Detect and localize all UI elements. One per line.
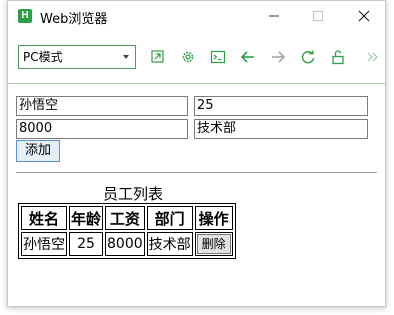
header-name: 姓名 [21,206,67,230]
salary-input[interactable]: 8000 [16,119,188,139]
page-content: 孙悟空 25 8000 技术部 添加 员工列表 姓名 年龄 工资 部门 操作 孙… [8,84,385,306]
table-row: 孙悟空 25 8000 技术部 删除 [21,232,233,256]
employee-table: 姓名 年龄 工资 部门 操作 孙悟空 25 8000 技术部 删除 [18,203,236,259]
dept-input[interactable]: 技术部 [194,119,368,139]
cell-name: 孙悟空 [21,232,67,256]
table-caption: 员工列表 [102,185,163,203]
table-header-row: 姓名 年龄 工资 部门 操作 [21,206,233,230]
name-input[interactable]: 孙悟空 [16,96,188,116]
header-age: 年龄 [69,206,104,230]
toolbar: PC模式 [8,31,385,84]
add-button[interactable]: 添加 [16,140,60,162]
title-bar[interactable]: H Web浏览器 [8,1,385,31]
forward-arrow-icon[interactable] [270,49,286,65]
divider [16,172,377,173]
cell-age: 25 [69,232,104,256]
open-in-icon[interactable] [150,49,166,65]
more-chevron-icon[interactable] [364,49,380,65]
age-input[interactable]: 25 [194,96,368,116]
app-icon: H [18,9,32,23]
header-dept: 部门 [146,206,193,230]
browser-window: H Web浏览器 PC模式 孙悟空 25 8000 技术部 添加 员工列表 姓名… [7,0,386,307]
back-arrow-icon[interactable] [240,49,256,65]
maximize-icon [313,11,323,21]
mode-select[interactable]: PC模式 [18,45,136,69]
refresh-icon[interactable] [300,49,316,65]
cell-salary: 8000 [105,232,145,256]
minimize-button[interactable] [254,1,294,31]
maximize-button[interactable] [298,1,338,31]
mode-select-value: PC模式 [23,50,63,64]
cell-dept: 技术部 [146,232,193,256]
minimize-icon [269,15,279,17]
close-icon [358,10,370,22]
unlock-icon[interactable] [330,49,346,65]
header-action: 操作 [194,206,233,230]
chevron-down-icon [123,55,129,59]
window-title: Web浏览器 [40,12,108,27]
close-button[interactable] [344,1,384,31]
cell-action: 删除 [194,232,233,256]
header-salary: 工资 [105,206,145,230]
terminal-icon[interactable] [210,49,226,65]
delete-button[interactable]: 删除 [196,234,231,254]
gear-icon[interactable] [180,49,196,65]
